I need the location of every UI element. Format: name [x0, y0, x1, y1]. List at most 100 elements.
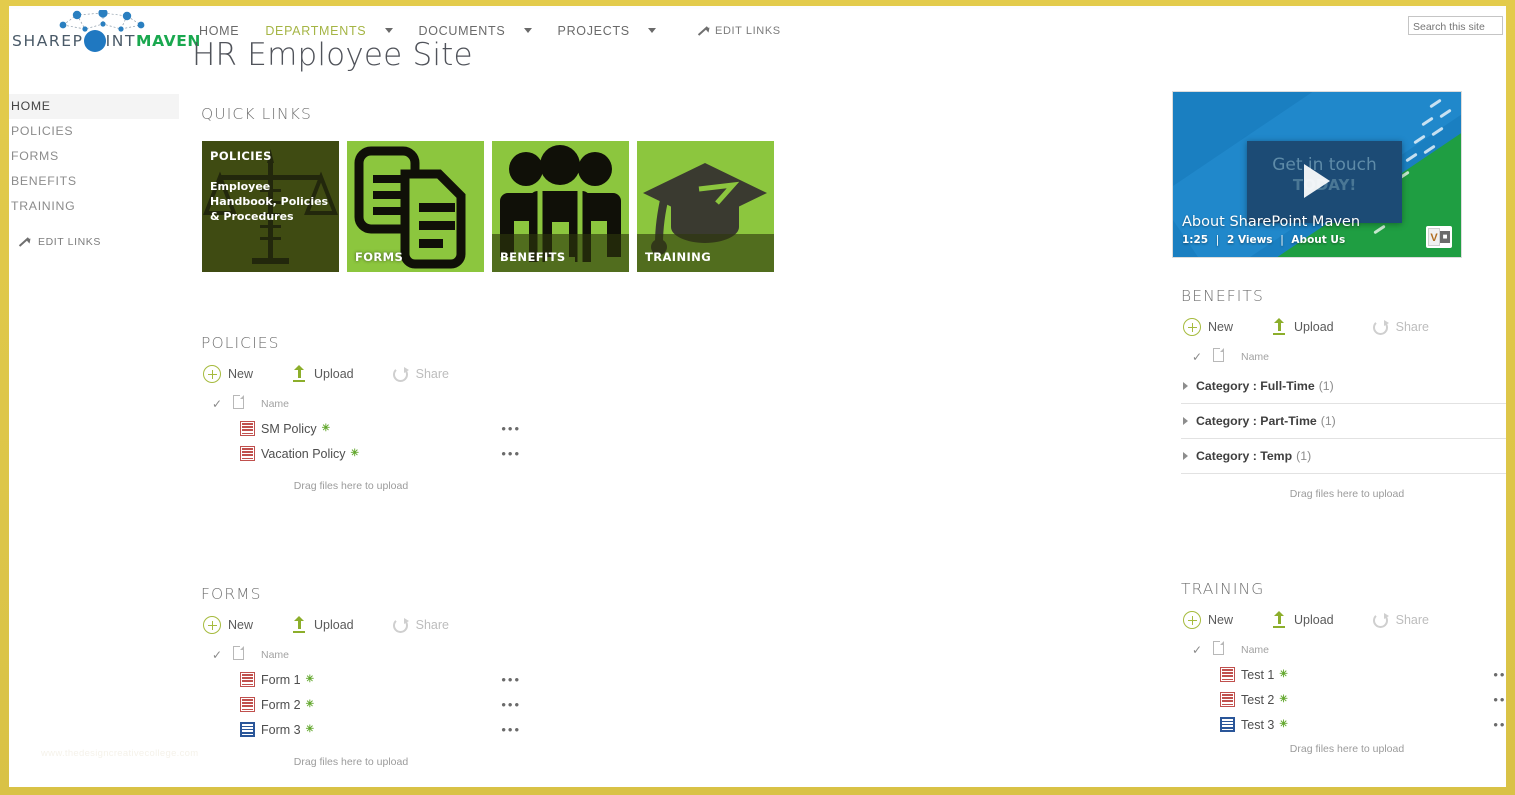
row-more-options-icon[interactable]: •••: [501, 446, 521, 461]
group-field: Category: [1196, 414, 1250, 428]
select-all-checkmark-icon[interactable]: ✓: [1181, 643, 1213, 657]
group-header-row[interactable]: Category : Temp (1): [1181, 439, 1506, 474]
table-row[interactable]: Form 2 ✳ •••: [201, 692, 521, 717]
upload-arrow-icon: [1271, 318, 1287, 336]
row-more-options-icon[interactable]: •••: [501, 697, 521, 712]
file-name[interactable]: Form 3: [261, 723, 301, 737]
expand-triangle-icon[interactable]: [1183, 452, 1188, 460]
table-row[interactable]: Vacation Policy ✳ •••: [201, 441, 521, 466]
new-badge-icon: ✳: [350, 448, 359, 459]
library-title-training: TRAINING: [1181, 580, 1265, 598]
share-circle-icon: [1372, 319, 1389, 336]
new-button[interactable]: New: [1183, 611, 1233, 629]
upload-button[interactable]: Upload: [291, 365, 354, 383]
select-all-checkmark-icon[interactable]: ✓: [1181, 350, 1213, 364]
drag-drop-hint: Drag files here to upload: [293, 480, 409, 492]
sidebar-item-benefits[interactable]: BENEFITS: [9, 169, 179, 194]
document-sheet-icon: [233, 645, 261, 665]
file-name[interactable]: Test 1: [1241, 668, 1274, 682]
group-field: Category: [1196, 379, 1250, 393]
table-row[interactable]: Form 1 ✳ •••: [201, 667, 521, 692]
file-name[interactable]: Test 2: [1241, 693, 1274, 707]
drag-drop-hint: Drag files here to upload: [1289, 743, 1405, 755]
sidebar-item-policies[interactable]: POLICIES: [9, 119, 179, 144]
logo-text-sharep: SHAREP: [12, 32, 84, 50]
library-training: TRAINING New Upload Share ✓ Name Test 1 …: [1181, 580, 1506, 755]
tile-training[interactable]: TRAINING: [637, 141, 774, 272]
sidebar-edit-links-button[interactable]: EDIT LINKS: [9, 231, 179, 253]
select-all-checkmark-icon[interactable]: ✓: [201, 648, 233, 662]
row-more-options-icon[interactable]: •••: [501, 722, 521, 737]
plus-circle-icon: [1183, 611, 1201, 629]
search-input[interactable]: [1409, 18, 1502, 36]
row-more-options-icon[interactable]: •••: [1493, 692, 1506, 707]
column-header-name[interactable]: Name: [261, 649, 289, 661]
sidebar-item-training[interactable]: TRAINING: [9, 194, 179, 219]
topnav-item-departments[interactable]: DEPARTMENTS: [265, 24, 406, 38]
quick-links-heading: QUICK LINKS: [201, 105, 312, 123]
file-name[interactable]: Form 2: [261, 698, 301, 712]
table-row[interactable]: SM Policy ✳ •••: [201, 416, 521, 441]
command-bar: New Upload Share: [1183, 607, 1506, 633]
site-logo[interactable]: SHAREP INTMAVEN: [9, 8, 200, 63]
expand-triangle-icon[interactable]: [1183, 417, 1188, 425]
list-header-row: ✓ Name: [1181, 345, 1506, 369]
file-name[interactable]: Form 1: [261, 673, 301, 687]
video-source: About Us: [1291, 234, 1346, 246]
table-row[interactable]: Test 1 ✳ •••: [1181, 662, 1506, 687]
plus-circle-icon: [203, 616, 221, 634]
select-all-checkmark-icon[interactable]: ✓: [201, 397, 233, 411]
share-circle-icon: [392, 366, 409, 383]
upload-button[interactable]: Upload: [291, 616, 354, 634]
command-bar: New Upload Share: [203, 612, 521, 638]
powerpoint-file-icon: [233, 446, 261, 461]
table-row[interactable]: Test 3 ✳ •••: [1181, 712, 1506, 737]
file-name[interactable]: Vacation Policy: [261, 447, 346, 461]
row-more-options-icon[interactable]: •••: [501, 421, 521, 436]
row-more-options-icon[interactable]: •••: [1493, 717, 1506, 732]
topnav-item-projects[interactable]: PROJECTS: [558, 24, 670, 38]
group-field: Category: [1196, 449, 1250, 463]
chevron-down-icon[interactable]: [523, 28, 532, 33]
video-web-part[interactable]: Get in touch TODAY! About SharePoint Mav…: [1172, 91, 1462, 258]
new-button[interactable]: New: [203, 616, 253, 634]
file-name[interactable]: SM Policy: [261, 422, 317, 436]
play-triangle-icon[interactable]: [1304, 164, 1330, 198]
chevron-down-icon[interactable]: [648, 28, 657, 33]
tile-forms[interactable]: FORMS: [347, 141, 484, 272]
topnav-item-home[interactable]: HOME: [199, 24, 253, 38]
upload-button[interactable]: Upload: [1271, 318, 1334, 336]
new-button[interactable]: New: [1183, 318, 1233, 336]
share-button: Share: [1372, 612, 1429, 629]
topnav-edit-links-button[interactable]: EDIT LINKS: [696, 25, 781, 38]
group-header-row[interactable]: Category : Part-Time (1): [1181, 404, 1506, 439]
share-circle-icon: [392, 617, 409, 634]
pencil-icon: [696, 25, 709, 38]
sidebar-item-home[interactable]: HOME: [9, 94, 179, 119]
powerpoint-file-icon: [233, 672, 261, 687]
upload-button[interactable]: Upload: [1271, 611, 1334, 629]
chevron-down-icon[interactable]: [384, 28, 393, 33]
table-row[interactable]: Form 3 ✳ •••: [201, 717, 521, 742]
expand-triangle-icon[interactable]: [1183, 382, 1188, 390]
new-badge-icon: ✳: [305, 674, 314, 685]
row-more-options-icon[interactable]: •••: [501, 672, 521, 687]
command-bar: New Upload Share: [203, 361, 521, 387]
group-count: (1): [1320, 414, 1336, 428]
table-row[interactable]: Test 2 ✳ •••: [1181, 687, 1506, 712]
sidebar-item-forms[interactable]: FORMS: [9, 144, 179, 169]
sidebar: HOME POLICIES FORMS BENEFITS TRAINING ED…: [9, 94, 179, 253]
file-name[interactable]: Test 3: [1241, 718, 1274, 732]
column-header-name[interactable]: Name: [1241, 644, 1269, 656]
column-header-name[interactable]: Name: [1241, 351, 1269, 363]
row-more-options-icon[interactable]: •••: [1493, 667, 1506, 682]
tile-policies[interactable]: POLICIES Employee Handbook, Policies & P…: [202, 141, 339, 272]
topnav-item-documents[interactable]: DOCUMENTS: [419, 24, 546, 38]
tile-benefits[interactable]: BENEFITS: [492, 141, 629, 272]
group-header-row[interactable]: Category : Full-Time (1): [1181, 369, 1506, 404]
new-badge-icon: ✳: [305, 724, 314, 735]
search-box[interactable]: [1408, 16, 1503, 36]
column-header-name[interactable]: Name: [261, 398, 289, 410]
logo-text-int: INT: [105, 32, 137, 50]
new-button[interactable]: New: [203, 365, 253, 383]
